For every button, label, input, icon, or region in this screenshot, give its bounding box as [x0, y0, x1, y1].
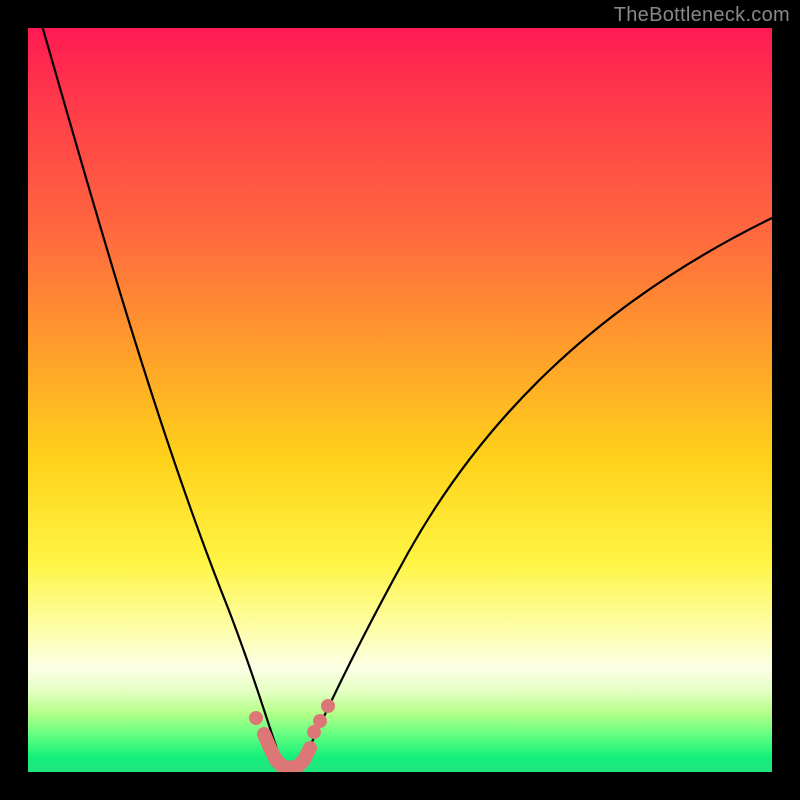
bottleneck-curve: [34, 28, 772, 768]
bottleneck-plot: [28, 28, 772, 772]
watermark-label: TheBottleneck.com: [614, 4, 790, 27]
highlight-dot: [321, 699, 335, 713]
chart-area: [28, 28, 772, 772]
highlight-dot: [313, 714, 327, 728]
highlight-dot: [249, 711, 263, 725]
highlight-band: [264, 734, 310, 768]
